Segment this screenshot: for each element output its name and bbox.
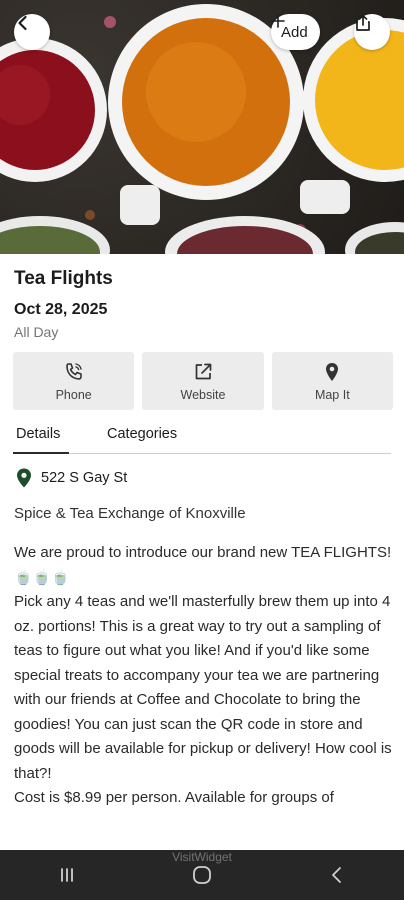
home-icon[interactable] — [191, 864, 213, 886]
description-paragraph: Cost is $8.99 per person. Available for … — [14, 789, 334, 806]
address-row[interactable]: 522 S Gay St — [16, 468, 127, 488]
phone-button-label: Phone — [55, 387, 92, 402]
add-button[interactable]: Add — [271, 14, 320, 50]
description-paragraph: We are proud to introduce our brand new … — [14, 544, 392, 586]
back-button[interactable] — [14, 14, 50, 50]
chevron-left-icon — [18, 15, 27, 31]
phone-icon — [65, 362, 82, 380]
map-it-button[interactable]: Map It — [271, 352, 393, 410]
website-button[interactable]: Website — [142, 352, 264, 410]
hero-image: Add — [0, 0, 404, 254]
share-icon — [356, 14, 370, 31]
watermark: VisitWidget — [172, 850, 232, 864]
tab-bar: Details Categories — [13, 422, 391, 454]
plus-icon — [271, 14, 285, 28]
external-link-icon — [195, 363, 212, 379]
action-bar: Phone Website Map It — [13, 352, 393, 410]
map-it-button-label: Map It — [314, 387, 350, 402]
share-button[interactable] — [354, 14, 390, 50]
map-pin-icon — [326, 362, 339, 381]
tab-categories[interactable]: Categories — [107, 426, 177, 442]
event-title: Tea Flights — [14, 268, 113, 289]
event-description: We are proud to introduce our brand new … — [14, 541, 394, 811]
recent-apps-icon[interactable] — [57, 865, 77, 885]
back-nav-icon[interactable] — [327, 865, 347, 885]
tab-details[interactable]: Details — [16, 426, 60, 442]
website-button-label: Website — [180, 387, 226, 402]
event-time: All Day — [14, 324, 59, 340]
active-tab-indicator — [13, 452, 69, 454]
map-pin-icon — [17, 468, 31, 488]
address-text: 522 S Gay St — [41, 470, 128, 486]
venue-name: Spice & Tea Exchange of Knoxville — [14, 505, 246, 522]
tea-cups-illustration — [0, 4, 404, 254]
description-paragraph: Pick any 4 teas and we'll masterfully br… — [14, 593, 392, 782]
event-date: Oct 28, 2025 — [14, 301, 108, 318]
add-button-label: Add — [281, 23, 308, 41]
phone-button[interactable]: Phone — [13, 352, 135, 410]
